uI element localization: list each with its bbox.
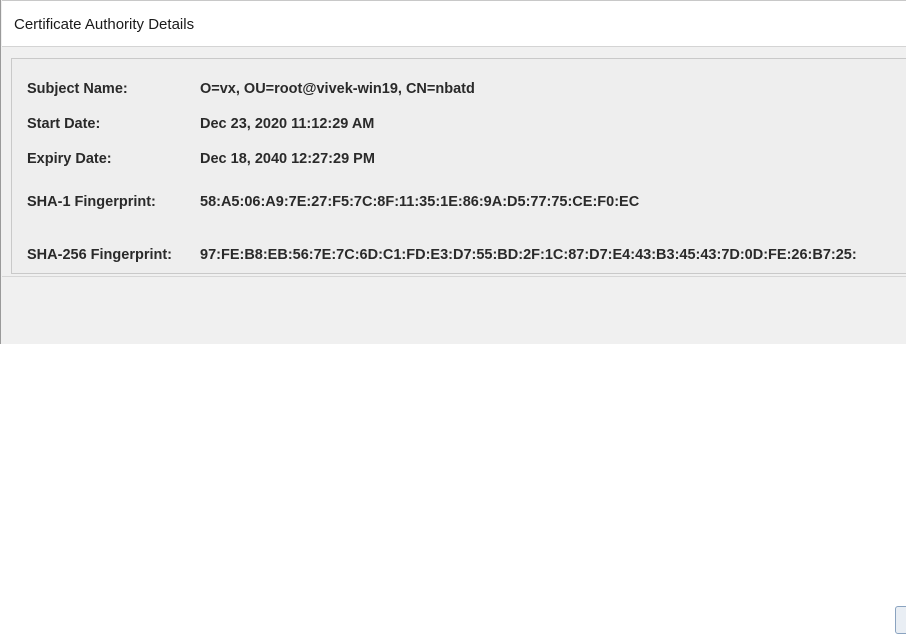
start-date-label: Start Date: xyxy=(27,116,101,132)
sha256-fingerprint-value: 97:FE:B8:EB:56:7E:7C:6D:C1:FD:E3:D7:55:B… xyxy=(200,247,857,263)
sha256-fingerprint-label: SHA-256 Fingerprint: xyxy=(27,247,173,263)
certificate-details-panel: Subject Name: O=vx, OU=root@vivek-win19,… xyxy=(11,58,906,274)
start-date-value: Dec 23, 2020 11:12:29 AM xyxy=(200,116,375,132)
expiry-date-value: Dec 18, 2040 12:27:29 PM xyxy=(200,151,375,167)
dialog-title-bar: Certificate Authority Details xyxy=(2,0,906,47)
expiry-date-label: Expiry Date: xyxy=(27,151,112,167)
sha1-fingerprint-value: 58:A5:06:A9:7E:27:F5:7C:8F:11:35:1E:86:9… xyxy=(200,194,640,210)
dialog-title: Certificate Authority Details xyxy=(14,16,195,33)
subject-name-label: Subject Name: xyxy=(27,81,128,97)
dialog-action-button[interactable] xyxy=(895,606,906,634)
certificate-authority-dialog: Certificate Authority Details Subject Na… xyxy=(0,0,906,634)
dialog-footer xyxy=(2,277,906,634)
subject-name-value: O=vx, OU=root@vivek-win19, CN=nbatd xyxy=(200,81,475,97)
sha1-fingerprint-label: SHA-1 Fingerprint: xyxy=(27,194,156,210)
